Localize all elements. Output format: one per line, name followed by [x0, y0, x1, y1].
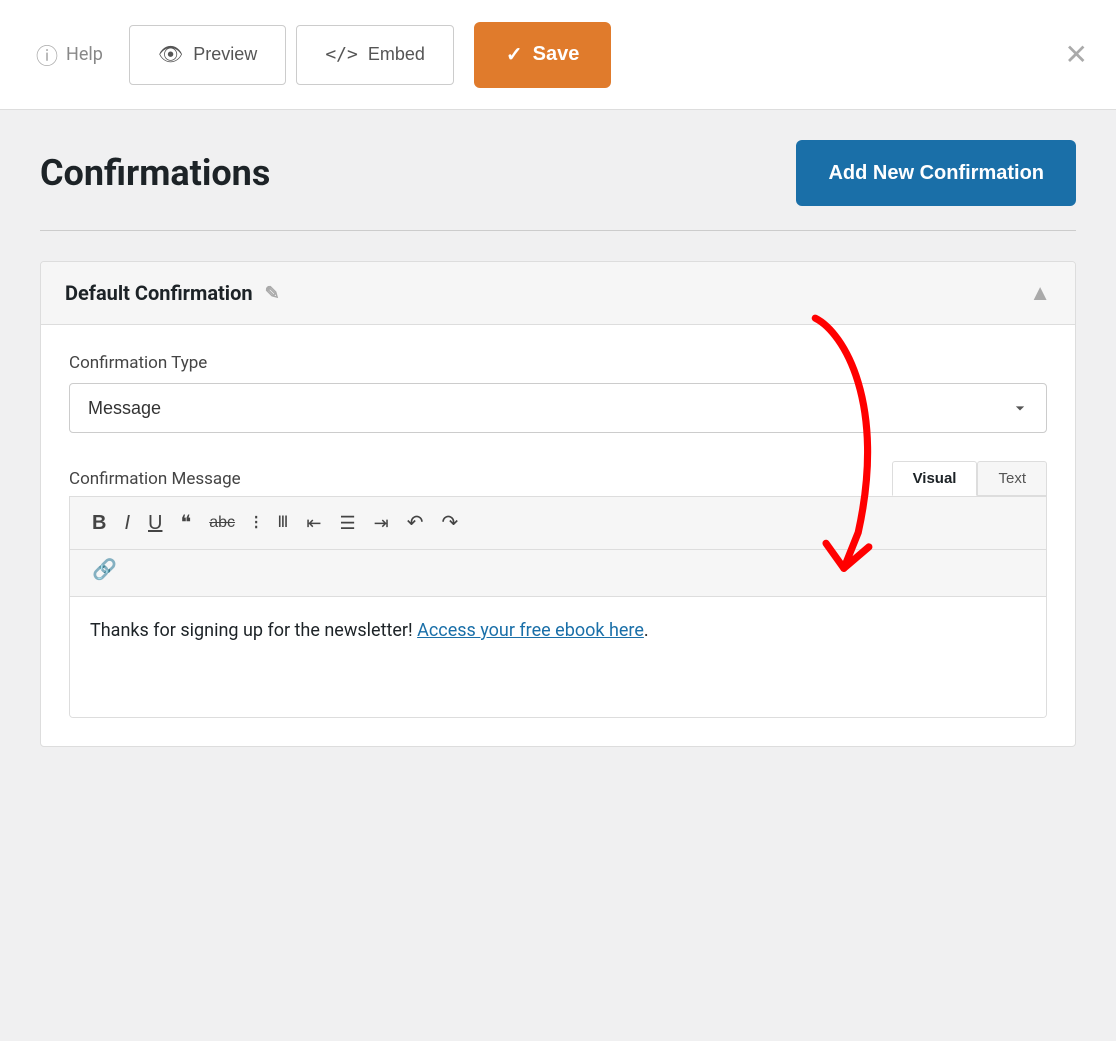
- section-divider: [40, 230, 1076, 231]
- align-center-button[interactable]: ☰: [332, 508, 364, 538]
- embed-icon: </>: [325, 44, 358, 65]
- italic-button[interactable]: I: [116, 507, 138, 539]
- help-label: Help: [66, 44, 103, 65]
- preview-icon: 👁: [158, 42, 183, 67]
- confirmation-type-field: Confirmation Type Message Page Redirect …: [69, 353, 1047, 461]
- message-link-text: Access your free ebook here: [417, 620, 644, 641]
- embed-label: Embed: [368, 44, 425, 65]
- close-icon: ✕: [1065, 39, 1088, 70]
- collapse-icon-symbol: ▲: [1029, 280, 1051, 305]
- collapse-button[interactable]: ▲: [1029, 280, 1051, 306]
- add-new-confirmation-button[interactable]: Add New Confirmation: [796, 140, 1076, 206]
- confirmation-card-body: Confirmation Type Message Page Redirect …: [41, 325, 1075, 746]
- link-button[interactable]: 🔗: [84, 554, 125, 586]
- page-header: Confirmations Add New Confirmation: [40, 140, 1076, 206]
- tab-text[interactable]: Text: [977, 461, 1047, 496]
- undo-button[interactable]: ↶: [399, 507, 432, 539]
- blockquote-button[interactable]: ❝: [172, 507, 199, 539]
- confirmation-type-label: Confirmation Type: [69, 353, 1047, 373]
- main-content: Confirmations Add New Confirmation Defau…: [0, 110, 1116, 777]
- unordered-list-button[interactable]: ⁝: [245, 507, 267, 539]
- editor-toolbar: B I U ❝ abc ⁝ Ⅲ ⇤ ☰ ⇥ ↶ ↷: [70, 497, 1046, 550]
- edit-title-icon[interactable]: ✎: [265, 283, 280, 304]
- save-label: Save: [533, 43, 580, 66]
- message-suffix: .: [644, 620, 649, 641]
- message-link[interactable]: Access your free ebook here: [417, 620, 644, 641]
- bold-button[interactable]: B: [84, 507, 114, 539]
- confirmation-message-label: Confirmation Message: [69, 469, 241, 489]
- main-toolbar: ⓘ Help 👁 Preview </> Embed ✓ Save ✕: [0, 0, 1116, 110]
- strikethrough-button[interactable]: abc: [201, 509, 243, 537]
- close-button[interactable]: ✕: [1057, 30, 1096, 79]
- align-left-button[interactable]: ⇤: [298, 508, 329, 538]
- redo-button[interactable]: ↷: [434, 507, 467, 539]
- underline-button[interactable]: U: [140, 507, 170, 539]
- rich-text-editor: B I U ❝ abc ⁝ Ⅲ ⇤ ☰ ⇥ ↶ ↷: [69, 496, 1047, 718]
- align-right-button[interactable]: ⇥: [366, 508, 397, 538]
- help-icon: ⓘ: [36, 39, 58, 71]
- confirmation-section: Default Confirmation ✎ ▲ Confirmation Ty…: [40, 261, 1076, 747]
- page-title: Confirmations: [40, 152, 270, 194]
- message-section-header: Confirmation Message Visual Text: [69, 461, 1047, 496]
- preview-button[interactable]: 👁 Preview: [129, 25, 286, 85]
- confirmation-card-header: Default Confirmation ✎ ▲: [41, 262, 1075, 325]
- help-button[interactable]: ⓘ Help: [20, 31, 119, 79]
- editor-content-area[interactable]: Thanks for signing up for the newsletter…: [70, 597, 1046, 717]
- editor-toolbar-row2: 🔗: [70, 550, 1046, 597]
- preview-label: Preview: [193, 44, 257, 65]
- save-button[interactable]: ✓ Save: [474, 22, 611, 88]
- confirmation-message-field: Confirmation Message Visual Text B I U ❝: [69, 461, 1047, 718]
- confirmation-title-text: Default Confirmation: [65, 281, 253, 305]
- confirmation-card: Default Confirmation ✎ ▲ Confirmation Ty…: [40, 261, 1076, 747]
- embed-button[interactable]: </> Embed: [296, 25, 454, 85]
- message-text: Thanks for signing up for the newsletter…: [90, 620, 417, 641]
- tab-visual[interactable]: Visual: [892, 461, 978, 496]
- confirmation-card-title: Default Confirmation ✎: [65, 281, 280, 305]
- ordered-list-button[interactable]: Ⅲ: [269, 509, 296, 537]
- editor-tabs: Visual Text: [892, 461, 1047, 496]
- confirmation-type-select[interactable]: Message Page Redirect URL: [69, 383, 1047, 433]
- checkmark-icon: ✓: [506, 42, 523, 67]
